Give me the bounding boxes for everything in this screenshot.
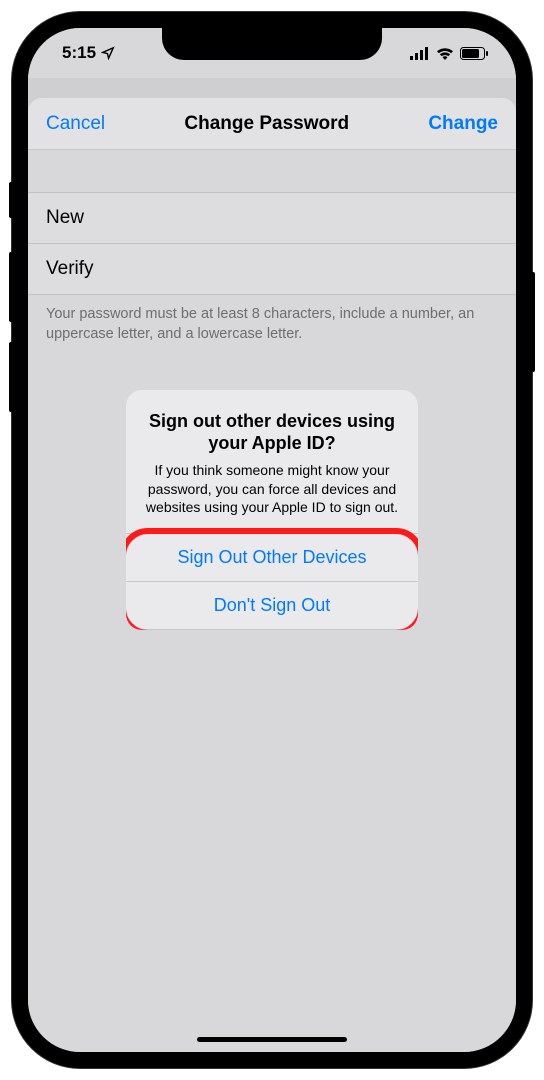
phone-frame: 5:15 Cancel Change Password (12, 12, 532, 1068)
dont-sign-out-button[interactable]: Don't Sign Out (126, 582, 418, 630)
status-left: 5:15 (62, 43, 115, 63)
power-button (531, 272, 535, 372)
location-icon (101, 46, 115, 60)
signout-alert: Sign out other devices using your Apple … (126, 390, 418, 631)
wifi-icon (436, 47, 454, 60)
home-indicator[interactable] (197, 1037, 347, 1042)
notch (162, 28, 382, 60)
screen: 5:15 Cancel Change Password (28, 28, 516, 1052)
alert-buttons: Sign Out Other Devices Don't Sign Out (126, 533, 418, 630)
volume-up (9, 252, 13, 322)
status-time: 5:15 (62, 43, 96, 63)
alert-body: Sign out other devices using your Apple … (126, 390, 418, 534)
alert-message: If you think someone might know your pas… (144, 461, 400, 518)
alert-overlay: Sign out other devices using your Apple … (28, 98, 516, 1052)
cellular-icon (410, 47, 430, 60)
alert-title: Sign out other devices using your Apple … (144, 410, 400, 455)
battery-icon (460, 47, 488, 60)
mute-switch (9, 182, 13, 218)
status-right (410, 47, 488, 60)
sign-out-other-devices-button[interactable]: Sign Out Other Devices (126, 534, 418, 582)
volume-down (9, 342, 13, 412)
change-password-sheet: Cancel Change Password Change New Verify… (28, 98, 516, 1052)
